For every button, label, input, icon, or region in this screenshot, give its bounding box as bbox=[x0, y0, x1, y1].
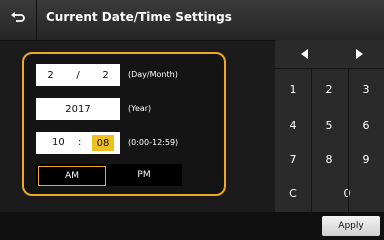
key-7[interactable]: 7 bbox=[275, 141, 311, 177]
back-button[interactable] bbox=[0, 0, 37, 40]
am-button[interactable]: AM bbox=[38, 166, 106, 186]
keypad-divider bbox=[348, 68, 349, 212]
key-3[interactable]: 3 bbox=[348, 71, 384, 107]
date-separator: / bbox=[76, 69, 80, 81]
key-6[interactable]: 6 bbox=[348, 107, 384, 143]
back-arrow-icon bbox=[10, 10, 26, 30]
title-bar: Current Date/Time Settings bbox=[0, 0, 384, 41]
key-1[interactable]: 1 bbox=[275, 71, 311, 107]
left-arrow-icon[interactable] bbox=[297, 46, 313, 62]
am-pm-selector: AM PM bbox=[36, 164, 182, 186]
year-field[interactable]: 2017 bbox=[36, 98, 120, 120]
key-clear[interactable]: C bbox=[275, 175, 311, 211]
day-value: 2 bbox=[47, 69, 54, 81]
key-9[interactable]: 9 bbox=[348, 141, 384, 177]
pm-button[interactable]: PM bbox=[110, 166, 178, 184]
day-month-field[interactable]: 2 / 2 bbox=[36, 64, 120, 86]
keypad-divider bbox=[311, 68, 312, 212]
key-0[interactable]: 0 bbox=[329, 175, 365, 211]
key-8[interactable]: 8 bbox=[311, 141, 347, 177]
key-2[interactable]: 2 bbox=[311, 71, 347, 107]
cursor-arrows bbox=[275, 40, 384, 68]
bottom-bar: Apply bbox=[0, 212, 384, 240]
date-time-panel: 2 / 2 (Day/Month) 2017 (Year) 10 : 08 (0… bbox=[22, 52, 226, 196]
time-colon: : bbox=[78, 137, 82, 148]
page-title: Current Date/Time Settings bbox=[46, 10, 232, 24]
apply-button[interactable]: Apply bbox=[322, 216, 380, 236]
time-range-label: (0:00-12:59) bbox=[128, 138, 179, 147]
time-field: 10 : 08 bbox=[36, 132, 120, 154]
date-time-settings-screen: Current Date/Time Settings 2 / 2 (Day/Mo… bbox=[0, 0, 384, 240]
numeric-keypad: 1 2 3 4 5 6 7 8 9 C 0 bbox=[275, 40, 384, 212]
year-label: (Year) bbox=[128, 104, 152, 113]
key-5[interactable]: 5 bbox=[311, 107, 347, 143]
right-arrow-icon[interactable] bbox=[351, 46, 367, 62]
keypad-divider bbox=[275, 68, 384, 69]
month-value: 2 bbox=[102, 69, 109, 81]
key-4[interactable]: 4 bbox=[275, 107, 311, 143]
year-value: 2017 bbox=[65, 103, 91, 115]
minute-value[interactable]: 08 bbox=[92, 135, 114, 151]
hour-value[interactable]: 10 bbox=[52, 137, 65, 148]
day-month-label: (Day/Month) bbox=[128, 70, 178, 79]
